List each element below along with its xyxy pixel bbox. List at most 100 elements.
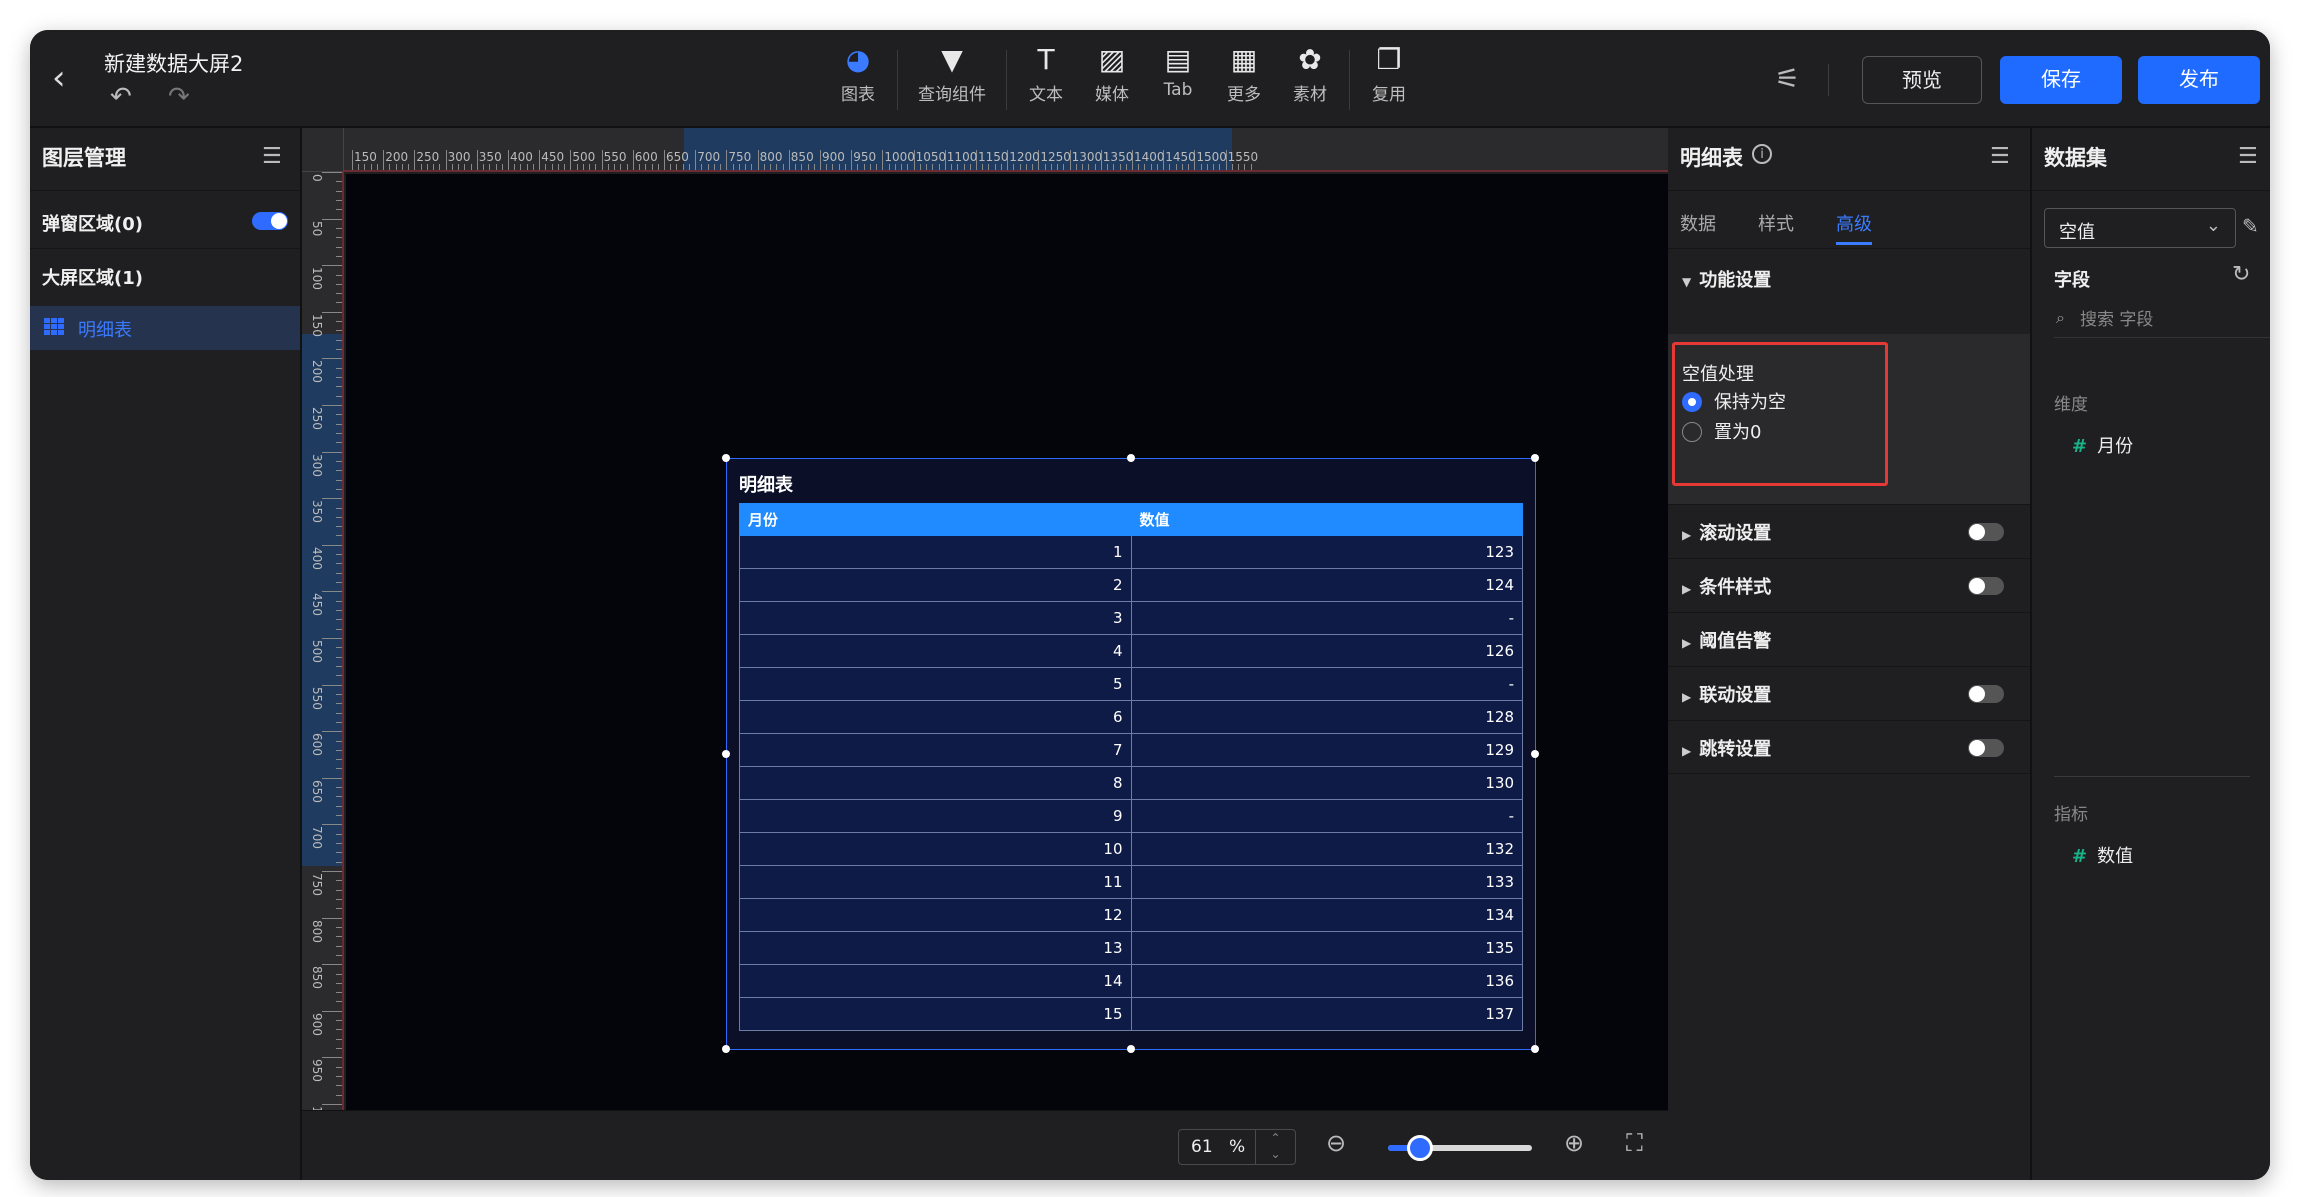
settings-sliders-icon[interactable]: ⚟ bbox=[1775, 62, 1800, 95]
tab-advanced[interactable]: 高级 bbox=[1836, 210, 1872, 245]
save-button[interactable]: 保存 bbox=[2000, 56, 2122, 104]
ruler-label: 850 bbox=[310, 966, 324, 990]
resize-handle[interactable] bbox=[722, 1045, 730, 1053]
resize-handle[interactable] bbox=[1127, 1045, 1135, 1053]
ruler-tick bbox=[336, 693, 342, 695]
section-conditional-style[interactable]: ▶ 条件样式 bbox=[1668, 558, 2030, 612]
zoom-out-icon[interactable]: ⊖ bbox=[1326, 1129, 1346, 1157]
resize-handle[interactable] bbox=[1531, 454, 1539, 462]
resize-handle[interactable] bbox=[722, 750, 730, 758]
zoom-slider[interactable] bbox=[1388, 1135, 1532, 1161]
section-jump-settings[interactable]: ▶ 跳转设置 bbox=[1668, 720, 2030, 774]
tool-query[interactable]: ▼ 查询组件 bbox=[904, 40, 1000, 120]
ruler-tick bbox=[336, 656, 342, 658]
jump-toggle[interactable] bbox=[1968, 739, 2004, 757]
ruler-corner-icon[interactable] bbox=[302, 128, 344, 172]
publish-button[interactable]: 发布 bbox=[2138, 56, 2260, 104]
resize-handle[interactable] bbox=[1531, 1045, 1539, 1053]
cell-month: 9 bbox=[739, 799, 1132, 833]
radio-keep-empty[interactable] bbox=[1682, 392, 1702, 412]
fit-screen-icon[interactable]: ⛶ bbox=[1626, 1129, 1643, 1157]
ruler-tick bbox=[336, 582, 342, 584]
ruler-tick bbox=[483, 164, 485, 170]
ruler-tick bbox=[336, 665, 342, 667]
back-arrow-icon[interactable]: ‹ bbox=[52, 60, 80, 96]
ruler-label: 150 bbox=[310, 313, 324, 337]
page-title: 新建数据大屏2 bbox=[104, 52, 244, 76]
tool-more[interactable]: ▦ 更多 bbox=[1211, 40, 1277, 120]
tab-data[interactable]: 数据 bbox=[1680, 210, 1716, 245]
tab-icon: ▤ bbox=[1164, 43, 1192, 76]
section-linkage-settings[interactable]: ▶ 联动设置 bbox=[1668, 666, 2030, 720]
tab-style[interactable]: 样式 bbox=[1758, 210, 1794, 245]
section-function-settings[interactable]: ▼ 功能设置 bbox=[1682, 266, 1771, 292]
tool-media[interactable]: ▨ 媒体 bbox=[1079, 40, 1145, 120]
ruler-tick bbox=[414, 150, 416, 170]
resize-handle[interactable] bbox=[722, 454, 730, 462]
conditional-style-toggle[interactable] bbox=[1968, 577, 2004, 595]
section-threshold-alert[interactable]: ▶ 阈值告警 bbox=[1668, 612, 2030, 666]
ruler-tick bbox=[957, 164, 959, 170]
divider bbox=[2054, 776, 2250, 777]
field-measure-value[interactable]: # 数值 bbox=[2072, 842, 2133, 868]
ruler-label: 100 bbox=[310, 267, 324, 291]
ruler-tick bbox=[336, 992, 342, 994]
zoom-slider-knob[interactable] bbox=[1406, 1135, 1433, 1161]
resize-handle[interactable] bbox=[1531, 750, 1539, 758]
ruler-tick bbox=[336, 628, 342, 630]
table-row: 9- bbox=[739, 799, 1523, 833]
caret-right-icon: ▶ bbox=[1682, 744, 1692, 758]
resize-handle[interactable] bbox=[1127, 454, 1135, 462]
popup-area-toggle[interactable] bbox=[252, 212, 288, 230]
image-icon: ▨ bbox=[1098, 43, 1126, 76]
field-dimension-month[interactable]: # 月份 bbox=[2072, 432, 2133, 458]
tool-tab[interactable]: ▤ Tab bbox=[1145, 40, 1211, 120]
radio-set-zero[interactable] bbox=[1682, 422, 1702, 442]
zoom-input[interactable]: 61 % ⌃ ⌄ bbox=[1178, 1129, 1296, 1165]
menu-icon[interactable]: ☰ bbox=[262, 144, 282, 169]
layer-item-detail-table[interactable]: 明细表 bbox=[30, 306, 300, 350]
ruler-tick bbox=[322, 498, 342, 500]
zoom-stepper[interactable]: ⌃ ⌄ bbox=[1255, 1130, 1295, 1164]
menu-icon[interactable]: ☰ bbox=[1990, 144, 2010, 169]
tool-text[interactable]: T 文本 bbox=[1013, 40, 1079, 120]
preview-button[interactable]: 预览 bbox=[1862, 56, 1982, 104]
scroll-toggle[interactable] bbox=[1968, 523, 2004, 541]
table-row: 15 137 bbox=[739, 997, 1523, 1031]
tool-reuse[interactable]: ❐ 复用 bbox=[1356, 40, 1422, 120]
dataset-select[interactable]: 空值 ⌄ bbox=[2044, 208, 2236, 248]
ruler-tick bbox=[969, 164, 971, 170]
component-toolbar: ◕ 图表 ▼ 查询组件 T 文本 ▨ 媒体 ▤ Tab ▦ 更多 ✿ 素材 ❐ … bbox=[825, 40, 1422, 120]
header-divider bbox=[1828, 64, 1829, 96]
edit-pencil-icon[interactable]: ✎ bbox=[2242, 214, 2259, 238]
ruler-tick bbox=[1238, 164, 1240, 170]
ruler-tick bbox=[322, 964, 342, 966]
info-icon[interactable]: i bbox=[1752, 144, 1772, 164]
linkage-toggle[interactable] bbox=[1968, 685, 2004, 703]
horizontal-ruler[interactable]: 150 200 250 300 350 400 450 500 550 600 650 700 750 8… bbox=[344, 128, 1668, 172]
cell-month: 15 bbox=[739, 997, 1132, 1031]
ruler-tick bbox=[336, 759, 342, 761]
null-handling-title: 空值处理 bbox=[1682, 364, 1754, 385]
ruler-tick bbox=[1200, 164, 1202, 170]
field-search-input[interactable] bbox=[2080, 306, 2250, 334]
refresh-icon[interactable]: ↻ bbox=[2232, 262, 2250, 287]
section-label: 功能设置 bbox=[1699, 270, 1772, 291]
tool-chart[interactable]: ◕ 图表 bbox=[825, 40, 891, 120]
vertical-ruler[interactable]: 0 50 100 150 200 250 300 350 400 450 500 550 600 650 7… bbox=[302, 172, 344, 1110]
undo-icon[interactable]: ↶ bbox=[110, 82, 132, 112]
tool-material[interactable]: ✿ 素材 bbox=[1277, 40, 1343, 120]
ruler-label: 1500 bbox=[1196, 150, 1227, 164]
ruler-tick bbox=[336, 1066, 342, 1068]
redo-icon[interactable]: ↷ bbox=[168, 82, 190, 112]
detail-table-widget[interactable]: 明细表 月份 数值 1 123 2 124 3-4 126 5-6 128 7 129 8 130 9-… bbox=[722, 454, 1539, 1053]
ruler-tick bbox=[688, 164, 690, 170]
canvas-stage[interactable]: 明细表 月份 数值 1 123 2 124 3-4 126 5-6 128 7 129 8 130 9-… bbox=[346, 174, 1668, 1110]
section-scroll-settings[interactable]: ▶ 滚动设置 bbox=[1668, 504, 2030, 558]
screen-area-label: 大屏区域(1) bbox=[42, 268, 143, 289]
ruler-label: 1000 bbox=[884, 150, 915, 164]
ruler-tick bbox=[336, 293, 342, 295]
tool-label: 更多 bbox=[1227, 85, 1261, 105]
zoom-in-icon[interactable]: ⊕ bbox=[1564, 1129, 1584, 1157]
menu-icon[interactable]: ☰ bbox=[2238, 144, 2258, 169]
